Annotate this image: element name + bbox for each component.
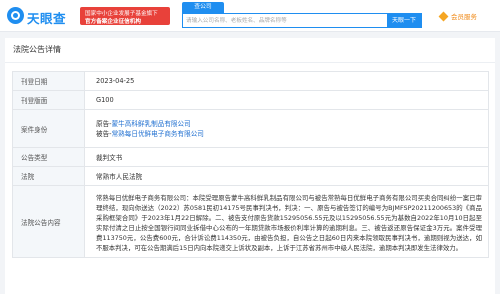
plaintiff-company-link[interactable]: 蒙牛高科鲜乳制品有限公司 bbox=[112, 120, 191, 128]
field-value-court: 常熟市人民法院 bbox=[84, 166, 489, 186]
table-row-court: 法院 常熟市人民法院 bbox=[12, 166, 489, 186]
promo-line-1: 国家中小企业发展子基金旗下 bbox=[85, 11, 158, 17]
field-value-type: 裁判文书 bbox=[84, 147, 489, 167]
table-row-page: 刊登版面 G100 bbox=[12, 90, 489, 110]
eye-logo-icon bbox=[7, 7, 24, 24]
defendant-company-link[interactable]: 常熟每日优鲜电子商务有限公司 bbox=[112, 130, 204, 138]
announcement-card: 法院公告详情 刊登日期 2023-04-25 刊登版面 G100 案件身份 原告… bbox=[5, 38, 495, 294]
title-divider bbox=[5, 62, 495, 63]
field-label: 案件身份 bbox=[12, 109, 85, 148]
table-row-type: 公告类型 裁判文书 bbox=[12, 147, 489, 167]
announcement-detail-table: 刊登日期 2023-04-25 刊登版面 G100 案件身份 原告-蒙牛高科鲜乳… bbox=[12, 71, 489, 259]
plaintiff-prefix: 原告- bbox=[96, 119, 112, 128]
diamond-icon bbox=[438, 11, 449, 22]
search-tab-company[interactable]: 查公司 bbox=[182, 2, 224, 13]
defendant-line: 被告-常熟每日优鲜电子商务有限公司 bbox=[96, 129, 488, 139]
plaintiff-line: 原告-蒙牛高科鲜乳制品有限公司 bbox=[96, 119, 488, 129]
field-label: 法院公告内容 bbox=[12, 184, 85, 259]
field-value-content: 常熟每日优鲜电子商务有限公司：本院受理原告蒙牛高科鲜乳制品有限公司与被告常熟每日… bbox=[84, 184, 489, 259]
member-service-label: 会员服务 bbox=[451, 13, 477, 21]
table-row-content: 法院公告内容 常熟每日优鲜电子商务有限公司：本院受理原告蒙牛高科鲜乳制品有限公司… bbox=[12, 184, 489, 259]
field-label: 法院 bbox=[12, 166, 85, 186]
search-input[interactable] bbox=[186, 15, 381, 26]
table-row-party: 案件身份 原告-蒙牛高科鲜乳制品有限公司 被告-常熟每日优鲜电子商务有限公司 bbox=[12, 109, 489, 148]
promo-badge[interactable]: 国家中小企业发展子基金旗下 官方备案企业征信机构 bbox=[80, 7, 170, 25]
field-value-party: 原告-蒙牛高科鲜乳制品有限公司 被告-常熟每日优鲜电子商务有限公司 bbox=[84, 109, 489, 148]
page-title: 法院公告详情 bbox=[13, 45, 61, 54]
field-label: 公告类型 bbox=[12, 147, 85, 167]
search-box: 天眼一下 bbox=[182, 13, 422, 28]
table-row-date: 刊登日期 2023-04-25 bbox=[12, 71, 489, 91]
defendant-prefix: 被告- bbox=[96, 129, 112, 138]
search-button[interactable]: 天眼一下 bbox=[387, 14, 421, 27]
field-value-page: G100 bbox=[84, 90, 489, 110]
logo-text: 天眼查 bbox=[27, 11, 67, 26]
field-label: 刊登日期 bbox=[12, 71, 85, 91]
field-value-date: 2023-04-25 bbox=[84, 71, 489, 91]
announcement-content: 常熟每日优鲜电子商务有限公司：本院受理原告蒙牛高科鲜乳制品有限公司与被告常熟每日… bbox=[96, 194, 482, 252]
top-navigation: 天眼查 国家中小企业发展子基金旗下 官方备案企业征信机构 查公司 天眼一下 会员… bbox=[0, 0, 500, 32]
promo-line-2: 官方备案企业征信机构 bbox=[85, 19, 141, 25]
field-label: 刊登版面 bbox=[12, 90, 85, 110]
tianyancha-logo[interactable]: 天眼查 bbox=[7, 7, 79, 26]
